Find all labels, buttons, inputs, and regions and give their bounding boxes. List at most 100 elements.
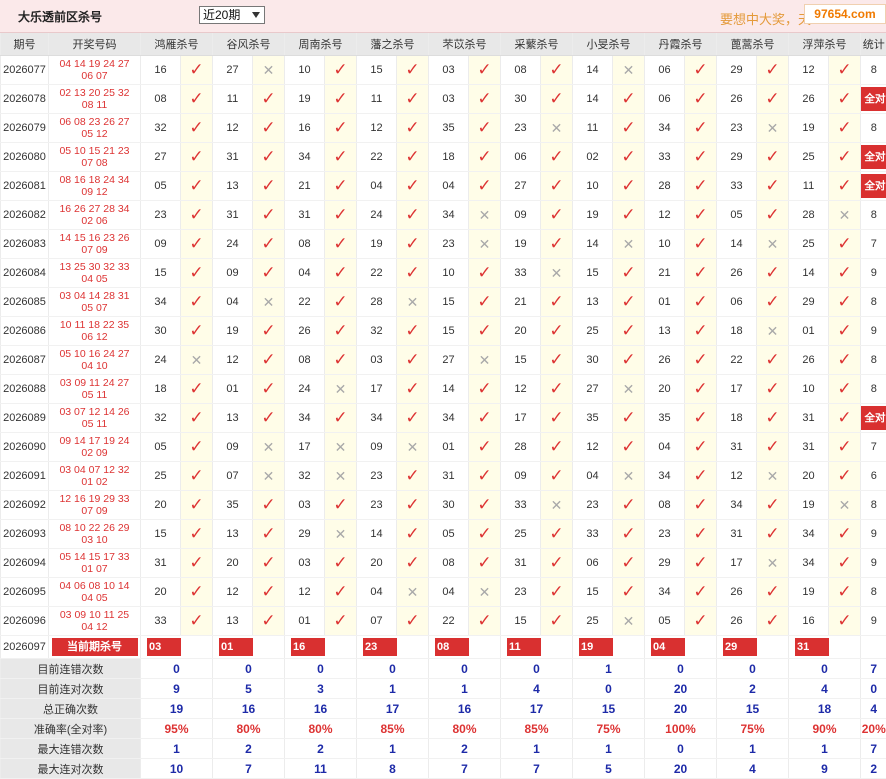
table-header: 期号开奖号码鸿雁杀号谷风杀号周南杀号藩之杀号芣苡杀号采蘩杀号小旻杀号丹霞杀号蓖蒿… (1, 33, 886, 56)
check-icon: ✓ (765, 147, 779, 166)
kill-number: 20 (141, 578, 181, 607)
current-kill-cell: 23 (357, 636, 429, 659)
current-kill-number: 08 (435, 638, 469, 656)
mark-cell: ✓ (613, 201, 645, 230)
kill-number: 13 (645, 317, 685, 346)
mark-cell: ✓ (757, 172, 789, 201)
current-kill-number: 31 (795, 638, 829, 656)
kill-number: 19 (285, 85, 325, 114)
draw-back: 07 09 (49, 505, 140, 517)
mark-cell: ✓ (541, 549, 573, 578)
kill-number: 30 (429, 491, 469, 520)
mark-cell: ✓ (469, 172, 501, 201)
kill-number: 26 (285, 317, 325, 346)
draw-front: 08 16 18 24 34 (49, 174, 140, 186)
period-select[interactable]: 近20期 (199, 6, 265, 24)
mark-cell: ✓ (253, 578, 285, 607)
check-icon: ✓ (405, 495, 419, 514)
current-kill-cell: 16 (285, 636, 357, 659)
cross-icon: ✕ (263, 439, 275, 455)
check-icon: ✓ (621, 524, 635, 543)
row-stat: 8 (861, 578, 886, 607)
summary-value: 75% (717, 719, 789, 739)
current-kill-number: 11 (507, 638, 541, 656)
summary-stat: 20% (861, 719, 886, 739)
mark-cell: ✓ (181, 549, 213, 578)
summary-label: 目前连错次数 (1, 659, 141, 679)
summary-value: 85% (501, 719, 573, 739)
mark-cell: ✕ (613, 607, 645, 636)
mark-cell: ✓ (541, 143, 573, 172)
table-row: 202608503 04 14 28 3105 0734✓04✕22✓28✕15… (1, 288, 886, 317)
mark-cell: ✓ (685, 346, 717, 375)
mark-cell: ✓ (829, 114, 861, 143)
check-icon: ✓ (549, 60, 563, 79)
draw-back: 02 09 (49, 447, 140, 459)
issue-number: 2026087 (1, 346, 49, 375)
kill-number: 31 (213, 201, 253, 230)
kill-number: 26 (645, 346, 685, 375)
kill-number: 26 (789, 346, 829, 375)
kill-number: 08 (285, 230, 325, 259)
mark-cell: ✓ (397, 549, 429, 578)
current-kill-cell: 29 (717, 636, 789, 659)
mark-cell: ✓ (181, 259, 213, 288)
cross-icon: ✕ (479, 207, 491, 223)
cross-icon: ✕ (335, 468, 347, 484)
kill-number: 25 (789, 143, 829, 172)
summary-label: 最大连对次数 (1, 759, 141, 779)
kill-number: 06 (645, 56, 685, 85)
kill-number: 19 (789, 114, 829, 143)
table-row: 202608314 15 16 23 2607 0909✓24✓08✓19✓23… (1, 230, 886, 259)
mark-cell: ✓ (613, 549, 645, 578)
kill-number: 05 (645, 607, 685, 636)
row-stat: 6 (861, 462, 886, 491)
issue-number: 2026082 (1, 201, 49, 230)
mark-cell: ✓ (613, 85, 645, 114)
mark-cell: ✓ (325, 85, 357, 114)
kill-number: 23 (717, 114, 757, 143)
kill-number: 19 (501, 230, 541, 259)
mark-cell: ✓ (829, 230, 861, 259)
draw-numbers: 05 14 15 17 3301 07 (49, 549, 141, 578)
check-icon: ✓ (405, 379, 419, 398)
mark-cell: ✕ (757, 230, 789, 259)
mark-cell: ✓ (469, 317, 501, 346)
kill-number: 12 (573, 433, 613, 462)
check-icon: ✓ (693, 263, 707, 282)
kill-number: 18 (141, 375, 181, 404)
kill-number: 25 (573, 317, 613, 346)
mark-cell: ✓ (181, 201, 213, 230)
mark-cell: ✓ (829, 462, 861, 491)
mark-cell: ✓ (829, 375, 861, 404)
draw-front: 05 10 15 21 23 (49, 145, 140, 157)
check-icon: ✓ (189, 89, 203, 108)
summary-value: 0 (645, 659, 717, 679)
kill-number: 33 (501, 259, 541, 288)
summary-value: 0 (429, 659, 501, 679)
mark-cell: ✓ (397, 85, 429, 114)
check-icon: ✓ (477, 524, 491, 543)
cross-icon: ✕ (623, 613, 635, 629)
kill-number: 12 (789, 56, 829, 85)
summary-row: 最大连错次数12212110117 (1, 739, 886, 759)
kill-number: 21 (645, 259, 685, 288)
kill-number: 19 (789, 578, 829, 607)
check-icon: ✓ (837, 350, 851, 369)
check-icon: ✓ (765, 292, 779, 311)
issue-number: 2026083 (1, 230, 49, 259)
draw-numbers: 08 16 18 24 3409 12 (49, 172, 141, 201)
draw-numbers: 04 14 19 24 2706 07 (49, 56, 141, 85)
issue-number: 2026095 (1, 578, 49, 607)
row-stat: 8 (861, 491, 886, 520)
check-icon: ✓ (765, 60, 779, 79)
summary-value: 0 (789, 659, 861, 679)
draw-numbers: 08 10 22 26 2903 10 (49, 520, 141, 549)
kill-number: 01 (789, 317, 829, 346)
issue-number: 2026078 (1, 85, 49, 114)
check-icon: ✓ (621, 408, 635, 427)
kill-number: 14 (357, 520, 397, 549)
mark-cell: ✓ (325, 346, 357, 375)
summary-value: 0 (213, 659, 285, 679)
check-icon: ✓ (837, 60, 851, 79)
